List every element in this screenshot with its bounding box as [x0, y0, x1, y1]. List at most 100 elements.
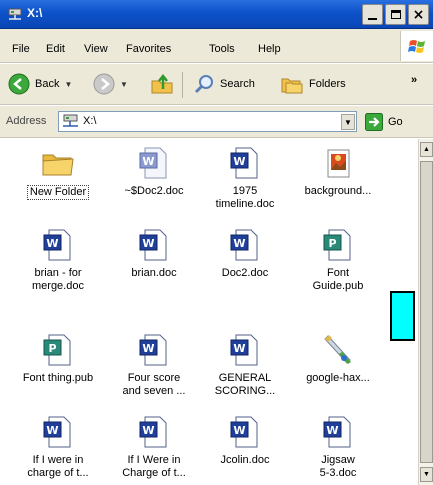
word-document-icon: W — [230, 147, 258, 179]
svg-text:W: W — [233, 237, 245, 250]
file-label: New Folder — [26, 185, 90, 200]
word-document-icon: W — [139, 416, 167, 448]
file-label: If I Were in Charge of t... — [122, 454, 186, 479]
word-document-icon: W — [230, 229, 258, 261]
chevron-up-icon: ▲ — [423, 146, 430, 153]
file-item-font-guide[interactable]: P Font Guide.pub — [290, 227, 386, 293]
file-item-if-i-were-2[interactable]: W If I Were in Charge of t... — [106, 414, 202, 480]
menu-file[interactable]: File — [12, 43, 30, 55]
scrollbar-thumb[interactable] — [420, 161, 433, 463]
file-label: 1975 timeline.doc — [215, 185, 275, 210]
go-label: Go — [388, 116, 403, 128]
menu-help[interactable]: Help — [258, 43, 281, 55]
folder-icon — [42, 154, 74, 176]
svg-text:W: W — [326, 424, 338, 437]
scroll-down-button[interactable]: ▼ — [420, 467, 433, 482]
file-item-jcolin[interactable]: W Jcolin.doc — [197, 414, 293, 467]
script-file-icon — [324, 335, 351, 364]
file-item-background[interactable]: background... — [290, 145, 386, 198]
file-item-brian[interactable]: W brian.doc — [106, 227, 202, 280]
address-bar: Address X:\ ▼ Go — [0, 106, 433, 138]
file-item-brian-for-merge[interactable]: W brian - for merge.doc — [10, 227, 106, 293]
word-document-icon: W — [43, 229, 71, 261]
file-item-jigsaw[interactable]: W Jigsaw 5-3.doc — [290, 414, 386, 480]
back-label: Back — [35, 78, 60, 90]
publisher-document-icon: P — [323, 229, 351, 261]
maximize-icon — [390, 10, 401, 19]
address-label: Address — [6, 115, 47, 127]
file-item-1975-timeline[interactable]: W 1975 timeline.doc — [197, 145, 293, 211]
file-item-google-hax[interactable]: google-hax... — [290, 332, 386, 385]
svg-text:W: W — [142, 155, 154, 168]
word-document-icon: W — [230, 416, 258, 448]
menu-edit[interactable]: Edit — [46, 43, 65, 55]
folders-button[interactable]: Folders — [280, 73, 346, 95]
maximize-button[interactable] — [385, 4, 406, 25]
file-item-general-scoring[interactable]: W GENERAL SCORING... — [197, 332, 293, 398]
word-document-icon: W — [139, 229, 167, 261]
chevron-down-icon: ▼ — [423, 471, 430, 478]
toolbar-more-icon[interactable]: » — [411, 74, 417, 86]
back-dropdown-icon[interactable]: ▼ — [64, 80, 72, 89]
image-file-icon — [327, 149, 350, 178]
word-document-icon: W — [139, 334, 167, 366]
file-item-four-score[interactable]: W Four score and seven ... — [106, 332, 202, 398]
chevron-down-icon: ▼ — [344, 117, 352, 127]
back-button[interactable]: Back ▼ — [8, 73, 72, 95]
svg-text:W: W — [46, 424, 58, 437]
file-label: Font thing.pub — [22, 372, 94, 384]
minimize-button[interactable] — [362, 4, 383, 25]
svg-text:W: W — [233, 424, 245, 437]
svg-text:W: W — [233, 342, 245, 355]
file-item-tempdoc2[interactable]: W ~$Doc2.doc — [106, 145, 202, 198]
file-label: brian.doc — [131, 267, 177, 279]
menu-bar: File Edit View Favorites Tools Help — [0, 29, 433, 63]
word-document-icon: W — [323, 416, 351, 448]
network-drive-icon — [63, 114, 78, 127]
scroll-up-button[interactable]: ▲ — [420, 142, 433, 157]
publisher-document-icon: P — [43, 334, 71, 366]
folders-icon — [281, 78, 303, 94]
back-arrow-icon — [8, 73, 30, 95]
svg-text:P: P — [328, 237, 336, 250]
windows-flag-icon — [408, 40, 425, 53]
up-folder-button[interactable] — [150, 72, 174, 99]
forward-dropdown-icon[interactable]: ▼ — [120, 80, 128, 89]
title-bar[interactable]: X:\ × — [0, 0, 433, 29]
word-document-icon: W — [43, 416, 71, 448]
file-item-doc2[interactable]: W Doc2.doc — [197, 227, 293, 280]
close-icon: × — [412, 6, 425, 23]
file-label: brian - for merge.doc — [32, 267, 84, 292]
menu-tools[interactable]: Tools — [209, 43, 235, 55]
file-list-view[interactable]: New Folder W ~$Doc2.doc W 1975 timeline.… — [0, 139, 418, 485]
close-button[interactable]: × — [408, 4, 429, 25]
up-folder-icon — [151, 73, 173, 94]
go-button[interactable]: Go — [365, 113, 403, 131]
minimize-icon — [368, 17, 377, 20]
address-dropdown-button[interactable]: ▼ — [341, 114, 355, 130]
standard-toolbar: Back ▼ ▼ Search Folders » — [0, 64, 433, 105]
file-item-if-i-were-1[interactable]: W If I were in charge of t... — [10, 414, 106, 480]
svg-text:W: W — [142, 237, 154, 250]
vertical-scrollbar[interactable]: ▲ ▼ — [418, 139, 433, 485]
file-item-new-folder[interactable]: New Folder — [10, 145, 106, 200]
svg-text:W: W — [46, 237, 58, 250]
menu-view[interactable]: View — [84, 43, 108, 55]
cyan-highlight-marker — [390, 291, 415, 341]
file-label: ~$Doc2.doc — [124, 185, 184, 197]
file-label: Doc2.doc — [221, 267, 269, 279]
toolbar-separator — [182, 72, 183, 98]
search-label: Search — [220, 78, 255, 90]
svg-text:P: P — [48, 342, 56, 355]
svg-text:W: W — [142, 424, 154, 437]
address-value: X:\ — [83, 115, 97, 127]
forward-arrow-icon — [93, 73, 115, 95]
menu-favorites[interactable]: Favorites — [126, 43, 171, 55]
file-label: Font Guide.pub — [312, 267, 364, 292]
forward-button[interactable]: ▼ — [93, 73, 128, 95]
file-label: background... — [304, 185, 372, 197]
file-item-font-thing[interactable]: P Font thing.pub — [10, 332, 106, 385]
address-input[interactable]: X:\ — [58, 111, 357, 132]
windows-logo — [400, 31, 433, 61]
search-button[interactable]: Search — [193, 73, 255, 95]
